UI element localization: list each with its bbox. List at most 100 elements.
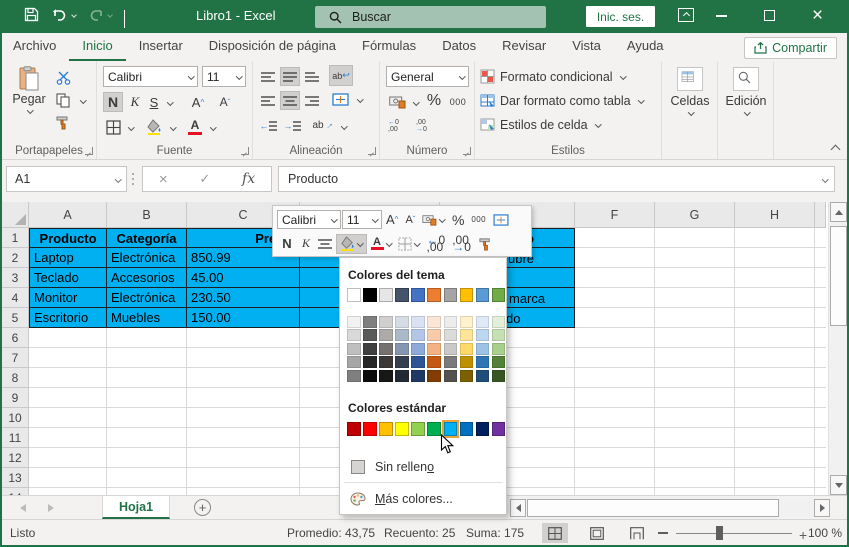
- sheet-nav-right-icon[interactable]: [48, 504, 54, 512]
- standard-color-swatch-3[interactable]: [395, 422, 409, 436]
- zoom-slider-thumb[interactable]: [716, 526, 723, 540]
- mini-accounting-button[interactable]: [419, 210, 448, 230]
- increase-font-button[interactable]: A^: [185, 92, 211, 112]
- variant-swatch[interactable]: [363, 316, 377, 328]
- cell-A5[interactable]: Escritorio: [29, 307, 107, 328]
- tab-ayuda[interactable]: Ayuda: [614, 33, 677, 61]
- cell-A3[interactable]: Teclado: [29, 267, 107, 288]
- align-middle-button[interactable]: [280, 67, 300, 86]
- share-button[interactable]: Compartir: [744, 37, 837, 59]
- variant-swatch[interactable]: [379, 343, 393, 355]
- variant-swatch[interactable]: [460, 370, 474, 382]
- font-color-button[interactable]: A: [185, 117, 205, 137]
- name-box-chevron-icon[interactable]: [115, 176, 121, 182]
- redo-button[interactable]: [88, 7, 112, 26]
- row-header-4[interactable]: 4: [2, 288, 29, 308]
- save-icon[interactable]: [24, 7, 39, 27]
- row-header-7[interactable]: 7: [2, 348, 29, 368]
- copy-button[interactable]: [52, 91, 74, 109]
- variant-swatch[interactable]: [395, 370, 409, 382]
- formula-input[interactable]: Producto: [278, 166, 835, 192]
- number-dialog-launcher-icon[interactable]: [463, 147, 471, 155]
- mini-percent-button[interactable]: %: [449, 210, 467, 230]
- variant-swatch[interactable]: [492, 356, 506, 368]
- variant-swatch[interactable]: [363, 343, 377, 355]
- cell-A1[interactable]: Producto: [29, 228, 107, 249]
- font-dialog-launcher-icon[interactable]: [241, 147, 249, 155]
- row-header-14[interactable]: 14: [2, 488, 29, 495]
- format-painter-button[interactable]: [52, 113, 74, 131]
- variant-swatch[interactable]: [379, 370, 393, 382]
- horizontal-scrollbar[interactable]: [510, 499, 830, 517]
- cell-B1[interactable]: Categoría: [106, 228, 187, 249]
- zoom-level[interactable]: 100 %: [808, 526, 842, 540]
- theme-color-swatch-7[interactable]: [460, 288, 474, 302]
- mini-comma-button[interactable]: 000: [468, 210, 489, 230]
- standard-color-swatch-4[interactable]: [411, 422, 425, 436]
- cell-C4[interactable]: 230.50: [186, 287, 300, 308]
- accounting-chevron-icon[interactable]: [413, 99, 419, 105]
- variant-swatch[interactable]: [444, 370, 458, 382]
- variant-swatch[interactable]: [427, 316, 441, 328]
- copy-chevron-icon[interactable]: [80, 97, 86, 103]
- variant-swatch[interactable]: [427, 343, 441, 355]
- column-header-A[interactable]: A: [29, 202, 107, 228]
- vertical-scroll-thumb[interactable]: [830, 226, 847, 326]
- variant-swatch[interactable]: [460, 329, 474, 341]
- theme-color-swatch-2[interactable]: [379, 288, 393, 302]
- horizontal-scroll-thumb[interactable]: [527, 499, 779, 517]
- collapse-ribbon-icon[interactable]: [831, 145, 841, 155]
- theme-color-swatch-8[interactable]: [476, 288, 490, 302]
- variant-swatch[interactable]: [379, 356, 393, 368]
- paste-button[interactable]: Pegar: [10, 66, 48, 113]
- maximize-button[interactable]: [764, 10, 775, 21]
- row-header-11[interactable]: 11: [2, 428, 29, 448]
- mini-fill-color-button[interactable]: [336, 234, 367, 254]
- more-colors-option[interactable]: Más colores...: [340, 486, 506, 512]
- vertical-scrollbar[interactable]: [828, 202, 847, 495]
- cells-button[interactable]: Celdas: [667, 67, 713, 115]
- variant-swatch[interactable]: [492, 370, 506, 382]
- undo-chevron-icon[interactable]: [71, 12, 77, 18]
- no-fill-option[interactable]: Sin relleno: [340, 454, 506, 480]
- cell-styles-button[interactable]: Estilos de celda: [480, 115, 600, 134]
- cell-A2[interactable]: Laptop: [29, 247, 107, 268]
- decrease-font-button[interactable]: Aˇ: [213, 92, 237, 112]
- standard-color-swatch-5[interactable]: [427, 422, 441, 436]
- row-headers[interactable]: 1234567891011121314: [2, 228, 29, 495]
- zoom-slider-track[interactable]: [676, 533, 792, 535]
- editing-button[interactable]: Edición: [723, 67, 769, 115]
- status-average[interactable]: Promedio: 43,75: [287, 526, 375, 540]
- cells-chevron-icon[interactable]: [688, 109, 694, 115]
- mini-format-painter-button[interactable]: [475, 234, 496, 254]
- undo-button[interactable]: [52, 7, 76, 26]
- mini-font-name-combo[interactable]: Calibri: [277, 210, 341, 229]
- status-sum[interactable]: Suma: 175: [466, 526, 524, 540]
- mini-bold-button[interactable]: N: [277, 234, 297, 254]
- variant-swatch[interactable]: [411, 343, 425, 355]
- variant-swatch[interactable]: [411, 316, 425, 328]
- variant-swatch[interactable]: [347, 343, 361, 355]
- theme-color-swatch-5[interactable]: [427, 288, 441, 302]
- align-bottom-button[interactable]: [302, 67, 322, 86]
- expand-formula-bar-icon[interactable]: [822, 176, 828, 182]
- variant-swatch[interactable]: [411, 356, 425, 368]
- mini-decrease-decimal-button[interactable]: ,00→0: [449, 234, 474, 254]
- search-box[interactable]: Buscar: [315, 6, 546, 28]
- cell-C3[interactable]: 45.00: [186, 267, 300, 288]
- font-name-combo[interactable]: Calibri: [103, 66, 198, 87]
- borders-button[interactable]: [103, 117, 123, 137]
- variant-swatch[interactable]: [476, 343, 490, 355]
- theme-color-swatch-9[interactable]: [492, 288, 506, 302]
- percent-style-button[interactable]: %: [424, 90, 444, 112]
- new-sheet-button[interactable]: +: [194, 499, 211, 516]
- column-header-B[interactable]: B: [107, 202, 187, 228]
- decrease-indent-button[interactable]: ←: [258, 116, 278, 135]
- variant-swatch[interactable]: [492, 316, 506, 328]
- variant-swatch[interactable]: [395, 343, 409, 355]
- font-size-combo[interactable]: 11: [202, 66, 246, 87]
- variant-swatch[interactable]: [427, 329, 441, 341]
- formula-bar-splitter[interactable]: [132, 173, 134, 175]
- variant-swatch[interactable]: [476, 356, 490, 368]
- variant-swatch[interactable]: [411, 370, 425, 382]
